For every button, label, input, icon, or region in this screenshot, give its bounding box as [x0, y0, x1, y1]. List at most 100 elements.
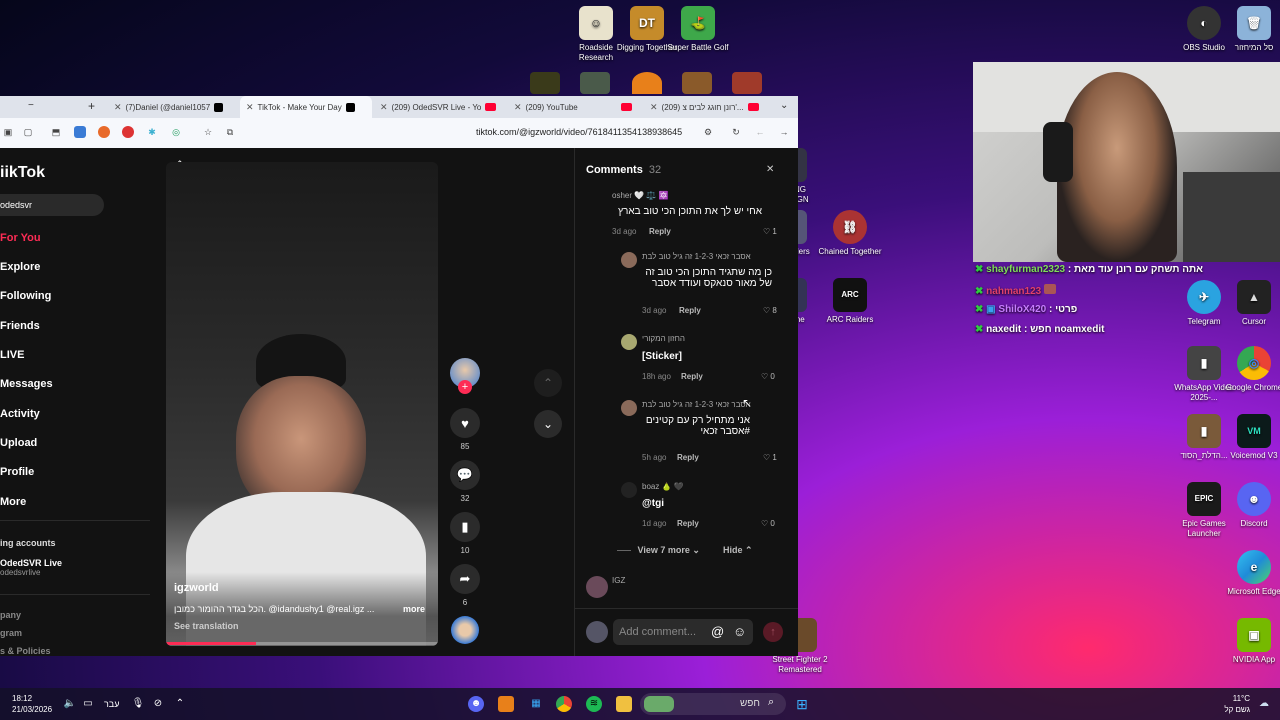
- hide-replies-button[interactable]: Hide ⌃: [723, 545, 753, 556]
- author-avatar-button[interactable]: +: [448, 358, 482, 394]
- reply-button[interactable]: Reply: [679, 306, 701, 315]
- close-tab-icon[interactable]: ✕: [650, 102, 658, 113]
- music-disc-button[interactable]: [448, 616, 482, 644]
- taskbar-discord-icon[interactable]: ☻: [468, 696, 484, 712]
- close-tab-icon[interactable]: ✕: [514, 102, 522, 113]
- bookmark-star-icon[interactable]: ☆: [202, 126, 214, 138]
- chevron-up-icon[interactable]: ⌃: [172, 696, 188, 712]
- save-button[interactable]: ▮ 10: [448, 512, 482, 555]
- comment-username[interactable]: אסבר זכאי 1-2-3 זה גיל טוב לבת: [642, 252, 751, 261]
- new-tab-button[interactable]: +: [88, 99, 95, 113]
- reply-button[interactable]: Reply: [677, 519, 699, 528]
- footer-link[interactable]: pany: [0, 610, 21, 620]
- nav-upload[interactable]: Upload: [0, 437, 37, 449]
- close-tab-icon[interactable]: ✕: [380, 102, 388, 113]
- comment-like-button[interactable]: ♡ 0: [761, 372, 775, 381]
- share-button[interactable]: ➦ 6: [448, 564, 482, 607]
- nav-more[interactable]: More: [0, 496, 26, 508]
- forward-icon[interactable]: ←: [754, 126, 766, 138]
- puzzle-icon[interactable]: ⬒: [50, 126, 62, 138]
- desktop-icon-nvidia[interactable]: ▣ NVIDIA App: [1222, 618, 1280, 665]
- desktop-icon-discord[interactable]: ☻ Discord: [1222, 482, 1280, 529]
- desktop-icon-google-chrome[interactable]: ◎ Google Chrome: [1222, 346, 1280, 393]
- language-indicator[interactable]: עבר: [104, 699, 119, 709]
- desktop-icon-cursor[interactable]: ▲ Cursor: [1222, 280, 1280, 327]
- taskbar-chrome-icon[interactable]: [556, 696, 572, 712]
- site-settings-icon[interactable]: ⚙: [702, 126, 714, 138]
- comment-username[interactable]: boaz 🍐 🖤: [642, 482, 684, 491]
- minimize-button[interactable]: −: [28, 100, 34, 111]
- comment-username[interactable]: החזון המקורי: [642, 334, 685, 343]
- chatgpt-icon[interactable]: ◎: [170, 126, 182, 138]
- caption-more-link[interactable]: more: [403, 604, 425, 614]
- extension-icon[interactable]: [122, 126, 134, 138]
- taskbar-search-box[interactable]: חפש ⌕: [640, 693, 786, 715]
- video-progress-track[interactable]: [166, 642, 438, 645]
- extension-icon[interactable]: ▣: [2, 126, 14, 138]
- extension-icon[interactable]: [98, 126, 110, 138]
- windows-start-icon[interactable]: ⊞: [794, 696, 810, 712]
- tab-odedsvr-live[interactable]: ✕ (209) OdedSVR Live - Yo: [374, 96, 502, 118]
- url-field[interactable]: tiktok.com/@igzworld/video/7618411354138…: [476, 127, 682, 137]
- tiktok-logo[interactable]: iikTok: [0, 164, 45, 182]
- game-icon[interactable]: [732, 72, 762, 94]
- add-comment-input[interactable]: Add comment... @ ☺: [613, 619, 753, 645]
- tab-youtube[interactable]: ✕ (209) YouTube: [508, 96, 638, 118]
- like-button[interactable]: ♥ 85: [448, 408, 482, 451]
- desktop-icon-recycle-bin[interactable]: 🗑 סל המיחזור: [1222, 6, 1280, 53]
- desktop-icon-chained-together[interactable]: ⛓ Chained Together: [818, 210, 882, 257]
- weather-widget[interactable]: 11°C גשם קל: [1210, 693, 1250, 715]
- nav-messages[interactable]: Messages: [0, 378, 53, 390]
- back-icon[interactable]: →: [778, 126, 790, 138]
- desktop-icon-arc-raiders[interactable]: ARC ARC Raiders: [818, 278, 882, 325]
- view-more-replies-button[interactable]: View 7 more ⌄: [617, 545, 700, 556]
- avatar[interactable]: [621, 400, 637, 416]
- game-icon[interactable]: [530, 72, 560, 94]
- reply-button[interactable]: Reply: [649, 227, 671, 236]
- comment-username[interactable]: אסבר זכאי 1-2-3 זה גיל טוב לבת: [642, 400, 751, 409]
- nav-friends[interactable]: Friends: [0, 320, 40, 332]
- video-player[interactable]: igzworld הכל בגדר ההומור כמובן. @idandus…: [166, 162, 438, 646]
- avatar[interactable]: [621, 252, 637, 268]
- close-tab-icon[interactable]: ✕: [246, 102, 254, 113]
- nav-explore[interactable]: Explore: [0, 261, 40, 273]
- taskbar-app-icon[interactable]: [498, 696, 514, 712]
- see-translation-link[interactable]: See translation: [174, 621, 239, 631]
- reply-button[interactable]: Reply: [681, 372, 703, 381]
- comment-like-button[interactable]: ♡ 1: [763, 453, 777, 462]
- tab-ronen[interactable]: ✕ (209) רונן חוגג לבים צ'...: [644, 96, 770, 118]
- reload-icon[interactable]: ↻: [730, 126, 742, 138]
- game-icon[interactable]: [682, 72, 712, 94]
- extension-icon[interactable]: [74, 126, 86, 138]
- follow-plus-icon[interactable]: +: [458, 380, 472, 394]
- footer-link[interactable]: gram: [0, 628, 22, 638]
- close-tab-icon[interactable]: ✕: [114, 102, 122, 113]
- comment-username[interactable]: IGZ: [612, 576, 625, 585]
- extension-icon[interactable]: ✱: [146, 126, 158, 138]
- desktop-icon-super-battle-golf[interactable]: ⛳ Super Battle Golf: [666, 6, 730, 53]
- tab-tiktok[interactable]: ✕ TikTok - Make Your Day: [240, 96, 372, 118]
- send-comment-button[interactable]: ↑: [763, 622, 783, 642]
- tab-list-chevron-icon[interactable]: ⌄: [780, 100, 788, 111]
- desktop-icon-voicemod[interactable]: VM Voicemod V3: [1222, 414, 1280, 461]
- taskbar-spotify-icon[interactable]: ≋: [586, 696, 602, 712]
- comment-like-button[interactable]: ♡ 0: [761, 519, 775, 528]
- avatar[interactable]: [621, 482, 637, 498]
- clock[interactable]: 18:12 21/03/2026: [12, 693, 52, 715]
- desktop-icon-edge[interactable]: e Microsoft Edge: [1222, 550, 1280, 597]
- nav-profile[interactable]: Profile: [0, 466, 34, 478]
- overwatch-icon[interactable]: [632, 72, 662, 94]
- following-account-item[interactable]: OdedSVR Live odedsvrlive: [0, 558, 62, 577]
- nav-live[interactable]: LIVE: [0, 349, 24, 361]
- tab-daniel[interactable]: ✕ (7)Daniel (@daniel1057: [108, 96, 238, 118]
- nav-for-you[interactable]: For You: [0, 232, 41, 244]
- next-video-button[interactable]: ⌄: [534, 410, 562, 438]
- emoji-icon[interactable]: ☺: [733, 624, 746, 639]
- nav-following[interactable]: Following: [0, 290, 51, 302]
- comment-like-button[interactable]: ♡ 8: [763, 306, 777, 315]
- mention-icon[interactable]: @: [711, 624, 724, 639]
- notifications-off-icon[interactable]: ⊘: [150, 696, 166, 712]
- video-author[interactable]: igzworld: [174, 582, 219, 594]
- game-icon[interactable]: [580, 72, 610, 94]
- avatar[interactable]: [621, 334, 637, 350]
